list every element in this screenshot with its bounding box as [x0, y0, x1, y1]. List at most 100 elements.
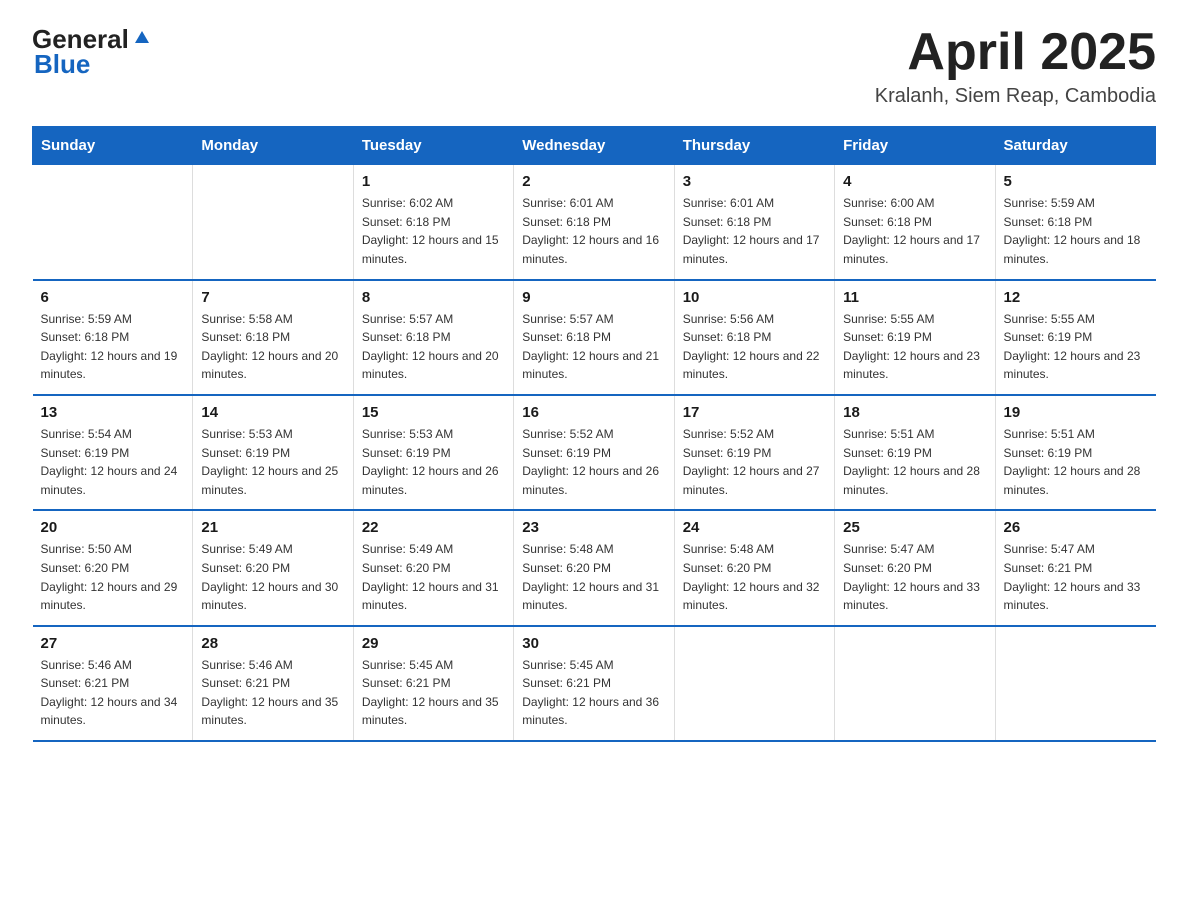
day-number: 30 [522, 635, 665, 652]
calendar-cell: 12Sunrise: 5:55 AMSunset: 6:19 PMDayligh… [995, 280, 1155, 395]
day-number: 11 [843, 289, 986, 306]
calendar-cell: 21 Sunrise: 5:49 AMSunset: 6:20 PMDayligh… [193, 510, 353, 625]
day-number: 19 [1004, 404, 1148, 421]
calendar-cell: 20 Sunrise: 5:50 AMSunset: 6:20 PMDayligh… [33, 510, 193, 625]
day-info: Sunrise: 5:58 AMSunset: 6:18 PMDaylight:… [201, 310, 344, 384]
logo: General Blue [32, 24, 151, 80]
day-number: 8 [362, 289, 505, 306]
calendar-cell: 28 Sunrise: 5:46 AMSunset: 6:21 PMDayligh… [193, 626, 353, 741]
calendar-cell: 2 Sunrise: 6:01 AMSunset: 6:18 PMDaylight… [514, 165, 674, 280]
day-info: Sunrise: 5:49 AMSunset: 6:20 PMDaylight:… [201, 540, 344, 614]
day-info: Sunrise: 6:01 AMSunset: 6:18 PMDaylight:… [683, 194, 826, 268]
day-info: Sunrise: 5:45 AMSunset: 6:21 PMDaylight:… [522, 656, 665, 730]
calendar-cell: 18Sunrise: 5:51 AMSunset: 6:19 PMDayligh… [835, 395, 995, 510]
calendar-cell: 6 Sunrise: 5:59 AMSunset: 6:18 PMDaylight… [33, 280, 193, 395]
day-number: 27 [41, 635, 185, 652]
day-info: Sunrise: 5:50 AMSunset: 6:20 PMDaylight:… [41, 540, 185, 614]
day-info: Sunrise: 5:47 AMSunset: 6:21 PMDaylight:… [1004, 540, 1148, 614]
day-number: 5 [1004, 173, 1148, 190]
title-area: April 2025 Kralanh, Siem Reap, Cambodia [875, 24, 1156, 108]
calendar-cell: 1 Sunrise: 6:02 AMSunset: 6:18 PMDaylight… [353, 165, 513, 280]
calendar-cell: 25Sunrise: 5:47 AMSunset: 6:20 PMDayligh… [835, 510, 995, 625]
calendar-cell [33, 165, 193, 280]
day-number: 29 [362, 635, 505, 652]
day-number: 15 [362, 404, 505, 421]
day-info: Sunrise: 5:53 AMSunset: 6:19 PMDaylight:… [201, 425, 344, 499]
calendar-cell [193, 165, 353, 280]
logo-blue-text: Blue [34, 49, 90, 80]
weekday-header: Thursday [674, 127, 834, 165]
weekday-header: Sunday [33, 127, 193, 165]
day-info: Sunrise: 5:48 AMSunset: 6:20 PMDaylight:… [522, 540, 665, 614]
calendar-cell: 7Sunrise: 5:58 AMSunset: 6:18 PMDaylight… [193, 280, 353, 395]
day-info: Sunrise: 5:55 AMSunset: 6:19 PMDaylight:… [1004, 310, 1148, 384]
weekday-header: Tuesday [353, 127, 513, 165]
day-number: 1 [362, 173, 505, 190]
day-number: 4 [843, 173, 986, 190]
calendar-table: SundayMondayTuesdayWednesdayThursdayFrid… [32, 126, 1156, 742]
day-number: 21 [201, 519, 344, 536]
day-number: 18 [843, 404, 986, 421]
calendar-cell [995, 626, 1155, 741]
day-number: 6 [41, 289, 185, 306]
day-number: 9 [522, 289, 665, 306]
location-title: Kralanh, Siem Reap, Cambodia [875, 85, 1156, 108]
calendar-week-row: 1 Sunrise: 6:02 AMSunset: 6:18 PMDaylight… [33, 165, 1156, 280]
day-info: Sunrise: 5:46 AMSunset: 6:21 PMDaylight:… [41, 656, 185, 730]
calendar-cell: 5 Sunrise: 5:59 AMSunset: 6:18 PMDaylight… [995, 165, 1155, 280]
weekday-header-row: SundayMondayTuesdayWednesdayThursdayFrid… [33, 127, 1156, 165]
calendar-week-row: 13 Sunrise: 5:54 AMSunset: 6:19 PMDayligh… [33, 395, 1156, 510]
day-number: 14 [201, 404, 344, 421]
logo-triangle-icon [133, 27, 151, 50]
day-number: 26 [1004, 519, 1148, 536]
calendar-cell: 3 Sunrise: 6:01 AMSunset: 6:18 PMDaylight… [674, 165, 834, 280]
calendar-cell [674, 626, 834, 741]
day-info: Sunrise: 6:00 AMSunset: 6:18 PMDaylight:… [843, 194, 986, 268]
calendar-cell: 17Sunrise: 5:52 AMSunset: 6:19 PMDayligh… [674, 395, 834, 510]
calendar-cell: 9Sunrise: 5:57 AMSunset: 6:18 PMDaylight… [514, 280, 674, 395]
calendar-cell: 8 Sunrise: 5:57 AMSunset: 6:18 PMDaylight… [353, 280, 513, 395]
weekday-header: Wednesday [514, 127, 674, 165]
calendar-cell: 24 Sunrise: 5:48 AMSunset: 6:20 PMDayligh… [674, 510, 834, 625]
day-info: Sunrise: 6:01 AMSunset: 6:18 PMDaylight:… [522, 194, 665, 268]
day-info: Sunrise: 5:46 AMSunset: 6:21 PMDaylight:… [201, 656, 344, 730]
calendar-cell [835, 626, 995, 741]
weekday-header: Friday [835, 127, 995, 165]
day-number: 20 [41, 519, 185, 536]
day-info: Sunrise: 5:57 AMSunset: 6:18 PMDaylight:… [362, 310, 505, 384]
day-info: Sunrise: 5:59 AMSunset: 6:18 PMDaylight:… [41, 310, 185, 384]
day-info: Sunrise: 6:02 AMSunset: 6:18 PMDaylight:… [362, 194, 505, 268]
day-info: Sunrise: 5:59 AMSunset: 6:18 PMDaylight:… [1004, 194, 1148, 268]
calendar-cell: 23 Sunrise: 5:48 AMSunset: 6:20 PMDayligh… [514, 510, 674, 625]
calendar-cell: 19Sunrise: 5:51 AMSunset: 6:19 PMDayligh… [995, 395, 1155, 510]
day-number: 22 [362, 519, 505, 536]
calendar-week-row: 20 Sunrise: 5:50 AMSunset: 6:20 PMDayligh… [33, 510, 1156, 625]
calendar-cell: 27 Sunrise: 5:46 AMSunset: 6:21 PMDayligh… [33, 626, 193, 741]
day-info: Sunrise: 5:45 AMSunset: 6:21 PMDaylight:… [362, 656, 505, 730]
weekday-header: Monday [193, 127, 353, 165]
day-info: Sunrise: 5:48 AMSunset: 6:20 PMDaylight:… [683, 540, 826, 614]
page-header: General Blue April 2025 Kralanh, Siem Re… [32, 24, 1156, 108]
day-number: 25 [843, 519, 986, 536]
day-info: Sunrise: 5:53 AMSunset: 6:19 PMDaylight:… [362, 425, 505, 499]
calendar-cell: 11Sunrise: 5:55 AMSunset: 6:19 PMDayligh… [835, 280, 995, 395]
day-info: Sunrise: 5:52 AMSunset: 6:19 PMDaylight:… [522, 425, 665, 499]
calendar-cell: 10Sunrise: 5:56 AMSunset: 6:18 PMDayligh… [674, 280, 834, 395]
day-number: 3 [683, 173, 826, 190]
calendar-cell: 16Sunrise: 5:52 AMSunset: 6:19 PMDayligh… [514, 395, 674, 510]
day-number: 28 [201, 635, 344, 652]
day-number: 23 [522, 519, 665, 536]
calendar-week-row: 6 Sunrise: 5:59 AMSunset: 6:18 PMDaylight… [33, 280, 1156, 395]
day-info: Sunrise: 5:52 AMSunset: 6:19 PMDaylight:… [683, 425, 826, 499]
day-number: 2 [522, 173, 665, 190]
calendar-week-row: 27 Sunrise: 5:46 AMSunset: 6:21 PMDayligh… [33, 626, 1156, 741]
calendar-cell: 15 Sunrise: 5:53 AMSunset: 6:19 PMDayligh… [353, 395, 513, 510]
day-info: Sunrise: 5:49 AMSunset: 6:20 PMDaylight:… [362, 540, 505, 614]
day-number: 13 [41, 404, 185, 421]
calendar-cell: 30 Sunrise: 5:45 AMSunset: 6:21 PMDayligh… [514, 626, 674, 741]
day-info: Sunrise: 5:54 AMSunset: 6:19 PMDaylight:… [41, 425, 185, 499]
day-number: 24 [683, 519, 826, 536]
day-info: Sunrise: 5:56 AMSunset: 6:18 PMDaylight:… [683, 310, 826, 384]
month-title: April 2025 [875, 24, 1156, 81]
calendar-cell: 26 Sunrise: 5:47 AMSunset: 6:21 PMDayligh… [995, 510, 1155, 625]
